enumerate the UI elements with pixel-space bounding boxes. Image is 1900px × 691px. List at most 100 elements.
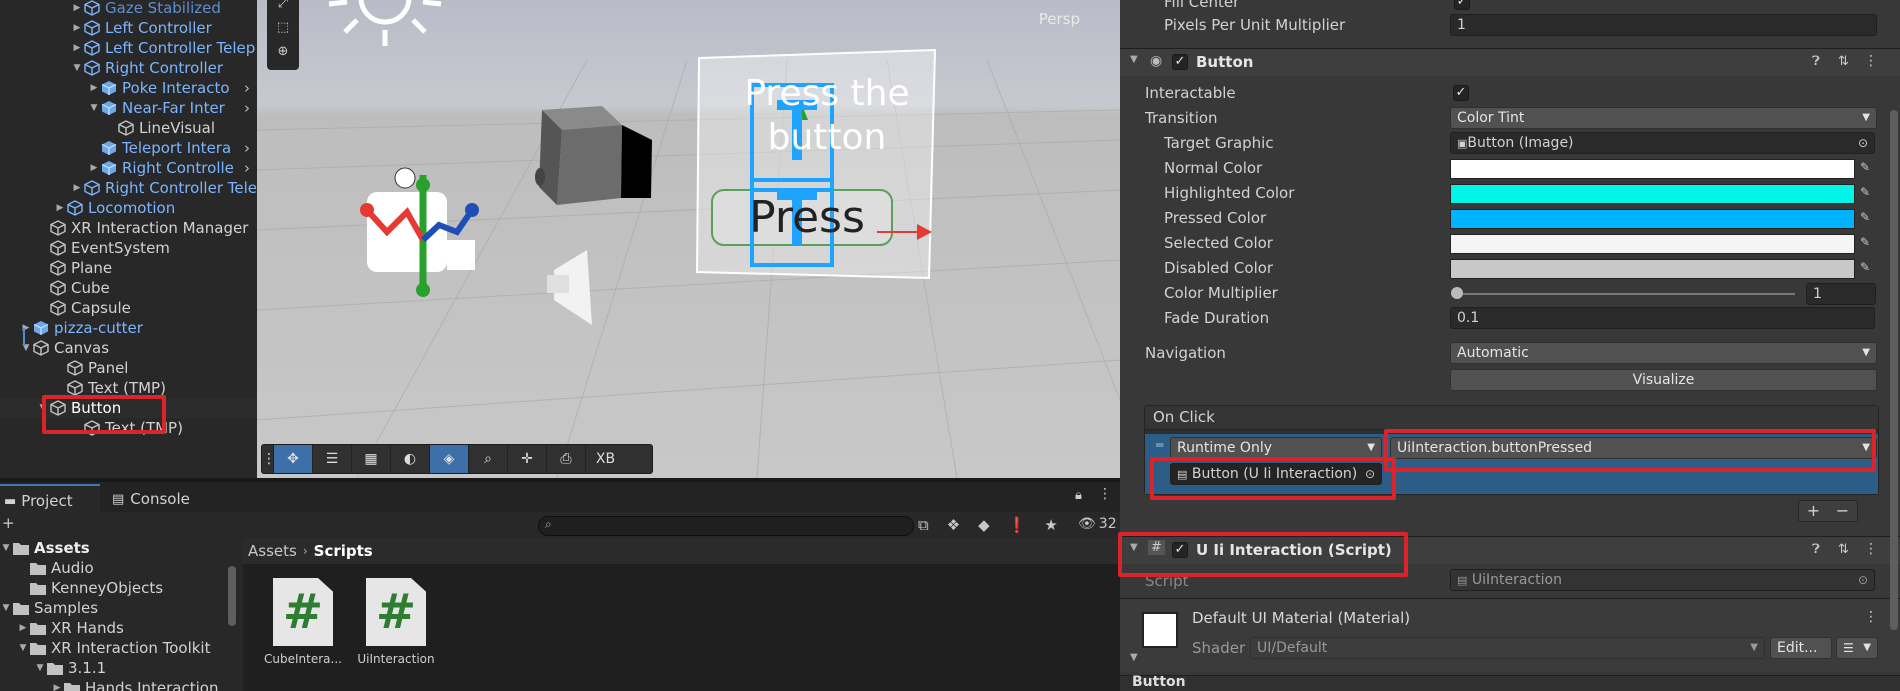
add-button[interactable]: + — [2, 514, 15, 532]
tab-project[interactable]: ▬ Project — [0, 484, 100, 512]
folder-tree-item[interactable]: ▼ Samples — [0, 598, 99, 618]
hierarchy-item[interactable]: ▶ pizza-cutter — [0, 318, 257, 338]
script-component-header[interactable]: ▼ # ✓ U Ii Interaction (Script) ❓︎ ⇅ ⋮ — [1120, 536, 1900, 564]
edit-shader-button[interactable]: Edit... — [1770, 637, 1832, 659]
chevron-down-icon[interactable]: ▼ — [34, 663, 46, 673]
chevron-right-icon[interactable]: ▶ — [71, 43, 83, 53]
chevron-right-icon[interactable]: › — [244, 159, 250, 177]
drag-handle-icon[interactable]: ⋮ — [262, 445, 276, 473]
slider-handle[interactable] — [1451, 287, 1463, 299]
hierarchy-item[interactable]: ▼ Canvas — [0, 338, 257, 358]
hierarchy-item[interactable]: Capsule — [0, 298, 257, 318]
component-menu-icon[interactable]: ⋮ — [1864, 53, 1878, 69]
breadcrumb-assets[interactable]: Assets — [248, 542, 297, 560]
chevron-right-icon[interactable]: ▶ — [88, 83, 100, 93]
pressed-color-swatch[interactable] — [1450, 209, 1855, 229]
breadcrumb-scripts[interactable]: Scripts — [314, 542, 373, 560]
chevron-right-icon[interactable]: › — [244, 79, 250, 97]
hierarchy-item[interactable]: EventSystem — [0, 238, 257, 258]
component-menu-icon[interactable]: ⋮ — [1864, 541, 1878, 557]
preview-title[interactable]: Button — [1132, 674, 1186, 690]
search-by-type-icon[interactable]: ⧉ — [918, 516, 929, 534]
hierarchy-item[interactable]: ▼ Button — [0, 398, 257, 418]
button-enabled-checkbox[interactable]: ✓ — [1172, 54, 1188, 70]
align-tool-icon[interactable]: ☰ — [313, 445, 352, 473]
chevron-down-icon[interactable]: ▼ — [88, 103, 100, 113]
shader-dropdown[interactable]: UI/Default ▼ — [1250, 637, 1765, 659]
remove-listener-button[interactable]: − — [1836, 501, 1849, 521]
eyedropper-icon[interactable]: ✎ — [1860, 210, 1876, 228]
folder-tree-item[interactable]: ▼ Assets — [0, 538, 90, 558]
chevron-down-icon[interactable]: ▼ — [0, 543, 12, 553]
help-icon[interactable]: ❓︎ — [1812, 54, 1820, 69]
zoom-icon[interactable]: ⌕ — [469, 445, 508, 473]
pan-icon[interactable]: ✛ — [508, 445, 547, 473]
highlighted-color-swatch[interactable] — [1450, 184, 1855, 204]
presets-icon[interactable]: ⇅ — [1838, 542, 1849, 557]
target-object-field[interactable]: ▤ Button (U Ii Interaction) ⊙ — [1170, 463, 1382, 485]
folder-tree-item[interactable]: ▶ Hands Interaction — [0, 678, 218, 691]
fade-duration-field[interactable]: 0.1 — [1450, 307, 1875, 329]
button-component-header[interactable]: ▼ ◉ ✓ Button ❓︎ ⇅ ⋮ — [1120, 48, 1900, 76]
asset-item[interactable]: # CubeIntera... — [263, 578, 343, 666]
hierarchy-item[interactable]: Text (TMP) — [0, 378, 257, 398]
folder-tree-item[interactable]: KenneyObjects — [0, 578, 163, 598]
scene-view[interactable]: Press the button Press Persp ⤢ ⬚ ⊕ ⋮ ✥ ☰… — [257, 0, 1120, 478]
chevron-down-icon[interactable]: ▼ — [20, 343, 32, 353]
help-icon[interactable]: ❓︎ — [1812, 542, 1820, 557]
rect-transform-icon[interactable]: ⬚ — [267, 20, 299, 44]
tree-scrollbar[interactable] — [228, 544, 236, 684]
chevron-right-icon[interactable]: › — [244, 139, 250, 157]
script-enabled-checkbox[interactable]: ✓ — [1172, 542, 1188, 558]
hierarchy-item[interactable]: Cube — [0, 278, 257, 298]
fill-center-checkbox[interactable]: ✓ — [1454, 0, 1470, 10]
folder-tree-item[interactable]: ▼ 3.1.1 — [0, 658, 107, 678]
shading-icon[interactable]: ◐ — [391, 445, 430, 473]
shader-options-dropdown[interactable]: ☰ ▼ — [1836, 637, 1878, 659]
label-icon[interactable]: ◆ — [978, 516, 990, 534]
grid-snap-icon[interactable]: ▦ — [352, 445, 391, 473]
object-picker-icon[interactable]: ⊙ — [1858, 133, 1868, 153]
runtime-only-dropdown[interactable]: Runtime Only ▼ — [1170, 437, 1382, 459]
chevron-down-icon[interactable]: ▼ — [17, 643, 29, 653]
hierarchy-item[interactable]: ▼ Near-Far Inter › — [0, 98, 257, 118]
foldout-arrow-icon[interactable]: ▼ — [1130, 54, 1138, 65]
color-multiplier-slider[interactable] — [1455, 293, 1795, 295]
target-graphic-field[interactable]: ▣Button (Image) ⊙ — [1450, 132, 1875, 154]
hierarchy-item[interactable]: Teleport Intera › — [0, 138, 257, 158]
chevron-right-icon[interactable]: ▶ — [88, 163, 100, 173]
chevron-right-icon[interactable]: ▶ — [71, 23, 83, 33]
hierarchy-item[interactable]: XR Interaction Manager — [0, 218, 257, 238]
eyedropper-icon[interactable]: ✎ — [1860, 160, 1876, 178]
inspector-scrollbar[interactable] — [1890, 110, 1898, 670]
hierarchy-item[interactable]: Plane — [0, 258, 257, 278]
chevron-right-icon[interactable]: ▶ — [71, 3, 83, 13]
foldout-arrow-icon[interactable]: ▼ — [1130, 652, 1138, 663]
visualize-button[interactable]: Visualize — [1450, 369, 1877, 391]
hierarchy-item[interactable]: ▶ Right Controller Tele — [0, 178, 257, 198]
move-tool-icon[interactable]: ✥ — [274, 445, 313, 473]
persp-label[interactable]: Persp — [1039, 10, 1080, 28]
hierarchy-item[interactable]: ▶ Left Controller Telep — [0, 38, 257, 58]
camera-icon[interactable]: ⎙ — [547, 445, 586, 473]
chevron-down-icon[interactable]: ▼ — [71, 63, 83, 73]
function-dropdown[interactable]: UiInteraction.buttonPressed ▼ — [1390, 437, 1877, 459]
chevron-right-icon[interactable]: ▶ — [51, 683, 63, 691]
hierarchy-item[interactable]: ▼ Right Controller — [0, 58, 257, 78]
hierarchy-item[interactable]: ▶ Locomotion — [0, 198, 257, 218]
chevron-right-icon[interactable]: ▶ — [17, 623, 29, 633]
ppu-field[interactable]: 1 — [1450, 14, 1877, 36]
search-input[interactable]: ⌕ — [538, 516, 914, 536]
object-picker-icon[interactable]: ⊙ — [1365, 464, 1375, 484]
folder-tree-item[interactable]: ▶ XR Hands — [0, 618, 124, 638]
drag-handle-icon[interactable]: ═ — [1156, 438, 1163, 452]
warning-icon[interactable]: ❗ — [1008, 516, 1027, 534]
hierarchy-item[interactable]: Text (TMP) — [0, 418, 257, 438]
hidden-packages-counter[interactable]: 👁︎ 32 — [1078, 516, 1117, 532]
presets-icon[interactable]: ⇅ — [1838, 54, 1849, 69]
component-menu-icon[interactable]: ⋮ — [1864, 609, 1878, 625]
add-listener-button[interactable]: + — [1807, 501, 1820, 521]
layers-icon[interactable]: ◈ — [430, 445, 469, 473]
hierarchy-item[interactable]: ▶ Right Controlle › — [0, 158, 257, 178]
filter-type-icon[interactable]: ❖ — [947, 516, 960, 534]
